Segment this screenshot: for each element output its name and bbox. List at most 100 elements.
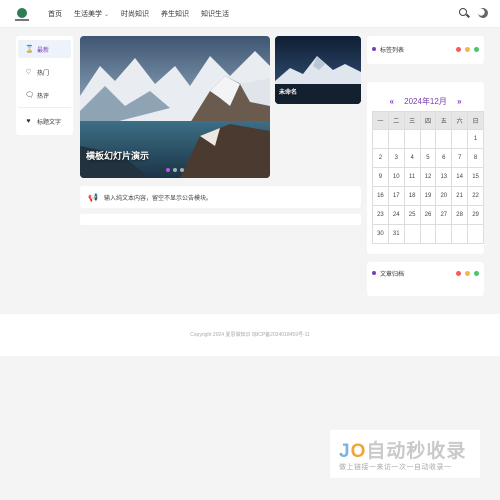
side-feature-title: 未命名 — [279, 90, 298, 96]
calendar-day-cell[interactable]: 28 — [451, 205, 469, 225]
slider-dot[interactable] — [173, 168, 177, 172]
calendar-week-row: 23 24 25 26 27 28 29 — [372, 205, 484, 225]
nav-item-health[interactable]: 养生知识 — [161, 9, 189, 19]
calendar-day-cell[interactable]: 14 — [451, 167, 469, 187]
calendar-day-cell[interactable]: 7 — [451, 148, 469, 168]
notice-text: 输入纯文本内容，留空不显示公告模块。 — [103, 195, 212, 202]
notice-bar: 📢 输入纯文本内容，留空不显示公告模块。 — [80, 186, 361, 208]
calendar-day-cell[interactable]: 5 — [419, 148, 437, 168]
main-nav: 首页 生活美学 ⌄ 时尚知识 养生知识 知识生活 — [48, 0, 229, 28]
calendar-empty-cell — [467, 224, 484, 244]
green-dot-icon — [474, 270, 479, 276]
footer-copyright: Copyright 2024 夏思做知识 琼ICP备2024018459号-11 — [190, 332, 310, 338]
calendar-empty-cell — [403, 224, 421, 244]
hourglass-icon: ⌛ — [25, 45, 34, 53]
watermark-slogan: 做上链接一来访一次一自动收录一 — [339, 464, 452, 471]
calendar-day-cell[interactable]: 6 — [435, 148, 453, 168]
calendar-day-cell[interactable]: 25 — [403, 205, 421, 225]
calendar-week-row: 16 17 18 19 20 21 22 — [372, 186, 484, 206]
calendar-day-cell[interactable]: 10 — [387, 167, 405, 187]
calendar-day-cell[interactable]: 27 — [435, 205, 453, 225]
category-label: 最新 — [37, 47, 50, 54]
widget-title: 标签列表 — [380, 47, 405, 54]
category-item-title-text[interactable]: ♥ 标题文字 — [18, 112, 71, 130]
calendar-day-cell[interactable]: 21 — [451, 186, 469, 206]
weekday-cell: 二 — [387, 111, 405, 130]
calendar-day-cell[interactable]: 23 — [372, 205, 389, 225]
hero-title: 横板幻灯片演示 — [86, 151, 150, 161]
calendar-day-cell[interactable]: 20 — [435, 186, 453, 206]
category-item-latest[interactable]: ⌛ 最新 — [18, 40, 71, 58]
category-label: 热门 — [37, 70, 50, 77]
category-label: 热评 — [37, 93, 50, 100]
calendar-day-cell[interactable]: 16 — [372, 186, 389, 206]
calendar-empty-cell — [419, 224, 437, 244]
calendar-day-cell[interactable]: 31 — [387, 224, 405, 244]
nav-item-life-aesthetics[interactable]: 生活美学 ⌄ — [74, 9, 109, 19]
calendar-day-cell[interactable]: 9 — [372, 167, 389, 187]
top-navbar: 首页 生活美学 ⌄ 时尚知识 养生知识 知识生活 — [0, 0, 500, 28]
red-dot-icon — [456, 46, 461, 52]
calendar-day-cell[interactable]: 3 — [387, 148, 405, 168]
calendar-day-cell[interactable]: 2 — [372, 148, 389, 168]
heart-pulse-icon: ♡ — [25, 68, 32, 76]
chevron-down-icon: ⌄ — [104, 12, 110, 18]
side-feature-card[interactable]: 未命名 — [275, 36, 361, 104]
calendar-day-cell[interactable]: 1 — [467, 129, 484, 149]
site-logo-text — [15, 19, 29, 21]
calendar-month-title: 2024年12月 — [404, 97, 447, 106]
calendar-header: « 2024年12月 » — [367, 96, 484, 107]
calendar-empty-cell — [451, 224, 469, 244]
tags-widget: 标签列表 — [367, 36, 484, 64]
nav-item-label: 生活美学 — [74, 11, 102, 18]
calendar-day-cell[interactable]: 29 — [467, 205, 484, 225]
search-icon[interactable] — [459, 8, 470, 19]
slider-dot[interactable] — [180, 168, 184, 172]
nav-item-knowledge-life[interactable]: 知识生活 — [201, 9, 229, 19]
calendar-day-cell[interactable]: 24 — [387, 205, 405, 225]
calendar-day-cell[interactable]: 8 — [467, 148, 484, 168]
widget-title: 文章归档 — [380, 271, 405, 278]
green-dot-icon — [474, 46, 479, 52]
calendar-day-cell[interactable]: 19 — [419, 186, 437, 206]
calendar-day-cell[interactable]: 18 — [403, 186, 421, 206]
calendar-week-row: 2345678 — [372, 148, 484, 168]
comment-icon: 🗨 — [25, 91, 34, 99]
weekday-cell: 日 — [467, 111, 484, 130]
calendar-day-cell[interactable]: 13 — [435, 167, 453, 187]
weekday-cell: 四 — [419, 111, 437, 130]
calendar-weekday-row: 一 二 三 四 五 六 日 — [372, 111, 484, 130]
category-item-hot[interactable]: ♡ 热门 — [18, 63, 71, 81]
hero-slider[interactable]: 横板幻灯片演示 — [80, 36, 270, 178]
weekday-cell: 六 — [451, 111, 469, 130]
slider-dot[interactable] — [166, 168, 170, 172]
footer: Copyright 2024 夏思做知识 琼ICP备2024018459号-11 — [0, 314, 500, 356]
moon-icon[interactable] — [476, 6, 489, 19]
calendar-day-cell[interactable]: 11 — [403, 167, 421, 187]
calendar-day-cell[interactable]: 22 — [467, 186, 484, 206]
calendar-empty-cell — [419, 129, 437, 149]
divider — [18, 107, 71, 108]
calendar-empty-cell — [435, 224, 453, 244]
calendar-day-cell[interactable]: 4 — [403, 148, 421, 168]
calendar-week-row: 1 — [372, 129, 484, 149]
nav-item-home[interactable]: 首页 — [48, 9, 62, 19]
weekday-cell: 五 — [435, 111, 453, 130]
bullet-icon — [372, 271, 376, 275]
calendar-next-button[interactable]: » — [457, 97, 461, 106]
calendar-empty-cell — [451, 129, 469, 149]
calendar-day-cell[interactable]: 12 — [419, 167, 437, 187]
site-logo[interactable] — [17, 8, 27, 18]
calendar-day-cell[interactable]: 17 — [387, 186, 405, 206]
calendar-empty-cell — [372, 129, 389, 149]
calendar-day-cell[interactable]: 30 — [372, 224, 389, 244]
calendar-week-row: 9 10 11 12 13 14 15 — [372, 167, 484, 187]
category-item-hot-comments[interactable]: 🗨 热评 — [18, 86, 71, 108]
calendar-day-cell[interactable]: 15 — [467, 167, 484, 187]
megaphone-icon: 📢 — [88, 192, 98, 202]
bullet-icon — [372, 47, 376, 51]
nav-item-fashion[interactable]: 时尚知识 — [121, 9, 149, 19]
watermark-logo: JO自动秒收录 做上链接一来访一次一自动收录一 — [330, 430, 480, 478]
calendar-prev-button[interactable]: « — [389, 97, 393, 106]
calendar-day-cell[interactable]: 26 — [419, 205, 437, 225]
